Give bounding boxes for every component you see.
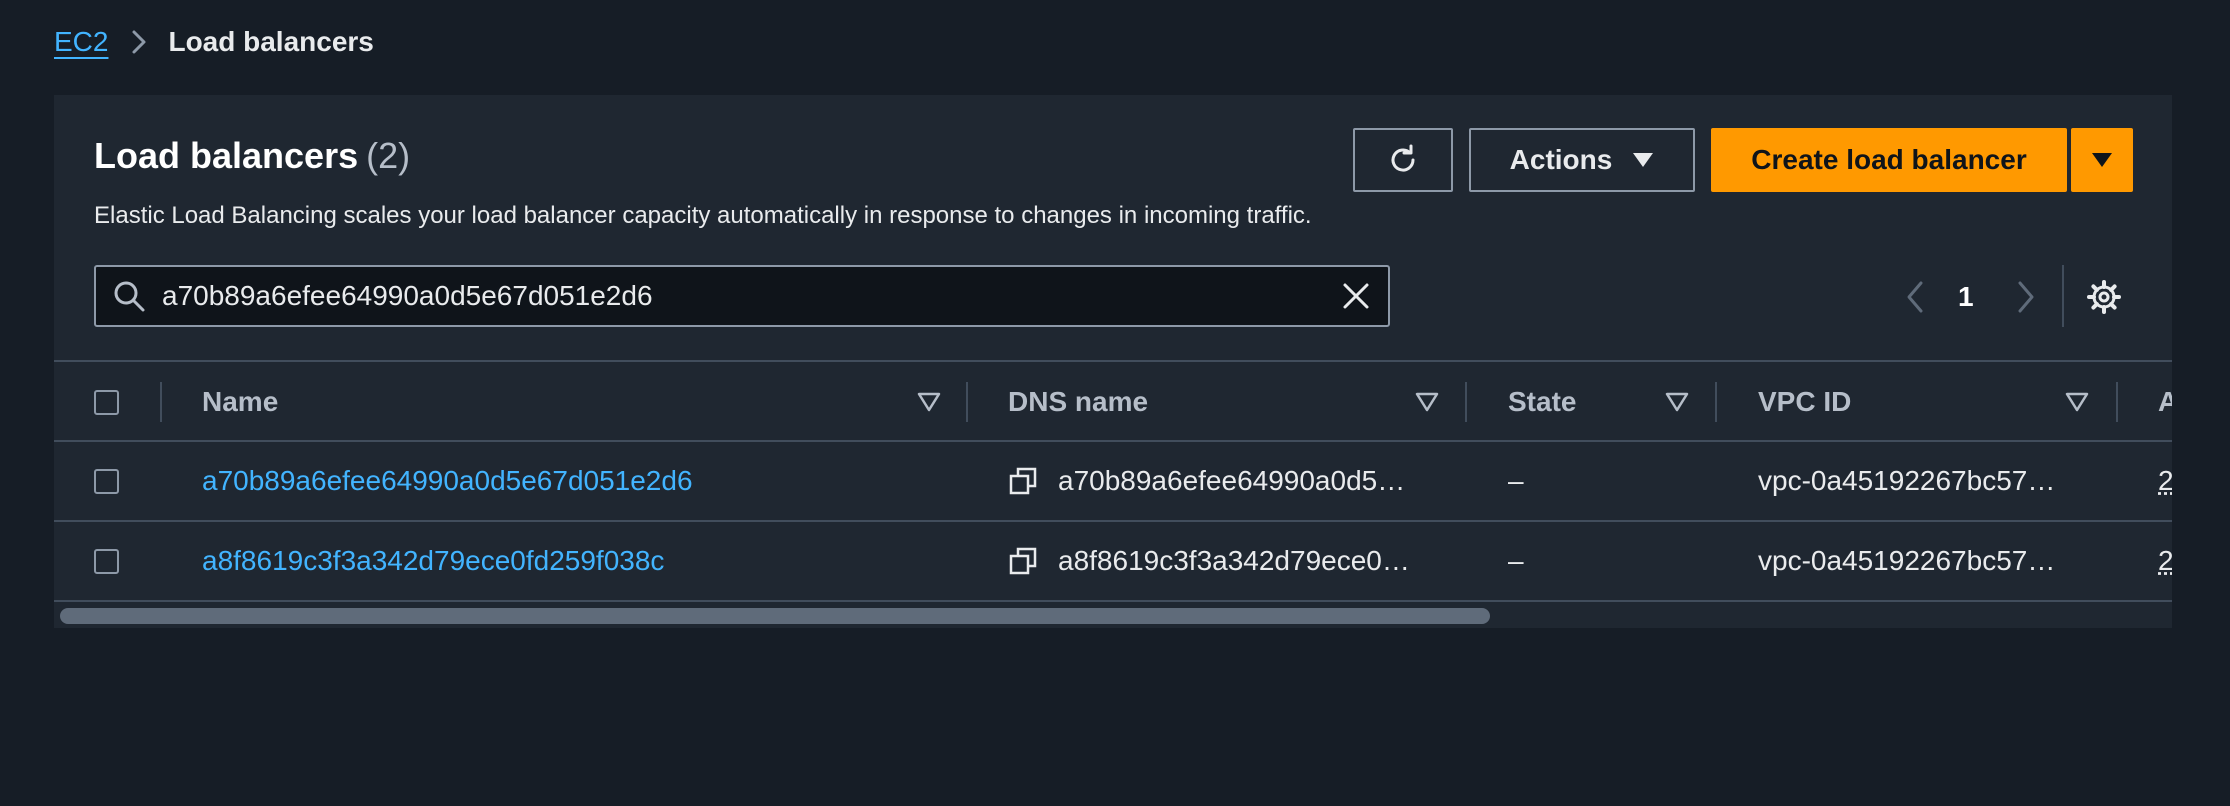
vpc-id-cell: vpc-0a45192267bc57… <box>1758 465 2056 496</box>
dns-name-cell: a8f8619c3f3a342d79ece0… <box>1008 522 1410 600</box>
search-input[interactable]: a70b89a6efee64990a0d5e67d051e2d6 <box>94 265 1390 327</box>
column-header-name[interactable]: Name <box>202 362 278 442</box>
sort-icon[interactable] <box>1414 389 1440 415</box>
page-title-text: Load balancers <box>94 135 359 176</box>
table-header: Name DNS name State VPC ID A <box>54 362 2172 442</box>
copy-icon[interactable] <box>1008 465 1040 497</box>
column-header-vpc-id[interactable]: VPC ID <box>1758 362 1851 442</box>
column-header-next[interactable]: A <box>2158 362 2172 442</box>
column-header-state[interactable]: State <box>1508 362 1576 442</box>
table-row[interactable]: a70b89a6efee64990a0d5e67d051e2d6 a70b89a… <box>54 442 2172 520</box>
state-cell: – <box>1508 465 1524 496</box>
clear-icon[interactable] <box>1338 278 1374 314</box>
create-options-dropdown-button[interactable] <box>2071 128 2133 192</box>
refresh-icon <box>1385 142 1421 178</box>
chevron-right-icon <box>130 28 148 56</box>
breadcrumb-ec2-link[interactable]: EC2 <box>54 26 108 58</box>
load-balancer-name-link[interactable]: a8f8619c3f3a342d79ece0fd259f038c <box>202 522 664 600</box>
copy-icon[interactable] <box>1008 545 1040 577</box>
row-select-cell <box>94 522 119 600</box>
current-page-number[interactable]: 1 <box>1958 281 1974 313</box>
column-divider <box>160 382 162 422</box>
column-divider <box>1465 382 1467 422</box>
row-checkbox[interactable] <box>94 468 119 494</box>
page-title: Load balancers (2) <box>94 135 410 177</box>
breadcrumb: EC2 Load balancers <box>54 22 374 62</box>
dns-name-text: a8f8619c3f3a342d79ece0… <box>1058 545 1410 576</box>
next-column-cell[interactable]: 2 <box>2158 522 2172 600</box>
page-description: Elastic Load Balancing scales your load … <box>94 202 1312 229</box>
column-header-dns-name[interactable]: DNS name <box>1008 362 1148 442</box>
sort-icon[interactable] <box>916 389 942 415</box>
settings-gear-icon[interactable] <box>2084 277 2124 317</box>
load-balancers-panel: Load balancers (2) Elastic Load Balancing… <box>54 95 2172 628</box>
dns-name-cell: a70b89a6efee64990a0d5… <box>1008 442 1405 520</box>
actions-button[interactable]: Actions <box>1469 128 1695 192</box>
row-checkbox[interactable] <box>94 548 119 574</box>
caret-down-icon <box>2091 152 2113 168</box>
table-row[interactable]: a8f8619c3f3a342d79ece0fd259f038c a8f8619… <box>54 522 2172 600</box>
column-divider <box>966 382 968 422</box>
sort-icon[interactable] <box>2064 389 2090 415</box>
breadcrumb-current: Load balancers <box>168 26 374 57</box>
dns-name-text: a70b89a6efee64990a0d5… <box>1058 465 1406 496</box>
row-border <box>54 600 2172 602</box>
load-balancer-name-link[interactable]: a70b89a6efee64990a0d5e67d051e2d6 <box>202 442 693 520</box>
state-cell: – <box>1508 545 1524 576</box>
sort-icon[interactable] <box>1664 389 1690 415</box>
row-select-cell <box>94 442 119 520</box>
caret-down-icon <box>1632 152 1654 168</box>
select-all-checkbox[interactable] <box>94 389 119 415</box>
chevron-right-icon[interactable] <box>2008 277 2044 317</box>
chevron-left-icon[interactable] <box>1897 277 1933 317</box>
create-load-balancer-button[interactable]: Create load balancer <box>1711 128 2067 192</box>
select-all-cell <box>94 362 119 442</box>
vpc-id-cell: vpc-0a45192267bc57… <box>1758 545 2056 576</box>
divider <box>2062 265 2064 327</box>
column-divider <box>2116 382 2118 422</box>
refresh-button[interactable] <box>1353 128 1453 192</box>
actions-label: Actions <box>1509 144 1613 175</box>
search-icon <box>112 278 148 314</box>
resource-count: (2) <box>366 135 411 176</box>
column-divider <box>1715 382 1717 422</box>
horizontal-scrollbar[interactable] <box>60 608 1490 624</box>
next-column-cell[interactable]: 2 <box>2158 442 2172 520</box>
search-value[interactable]: a70b89a6efee64990a0d5e67d051e2d6 <box>162 280 1338 312</box>
